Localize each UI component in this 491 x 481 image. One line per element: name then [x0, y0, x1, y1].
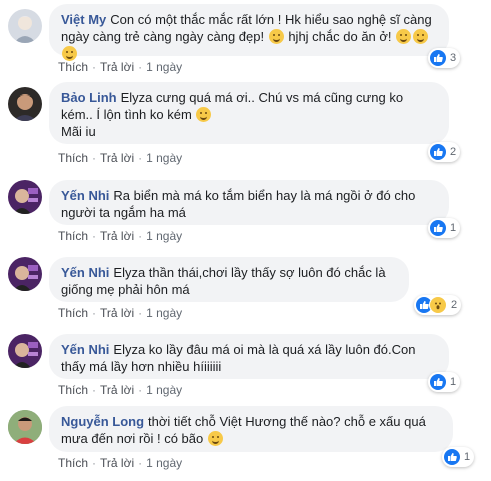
reply-link[interactable]: Trả lời: [100, 383, 134, 397]
separator: ·: [92, 151, 97, 165]
avatar[interactable]: [8, 257, 42, 291]
timestamp[interactable]: 1 ngày: [146, 306, 182, 320]
reply-link[interactable]: Trả lời: [100, 229, 134, 243]
smile-emoji-icon: [207, 431, 223, 446]
reaction-count[interactable]: 1: [428, 218, 461, 238]
separator: ·: [92, 306, 97, 320]
reaction-number: 2: [451, 299, 458, 311]
timestamp[interactable]: 1 ngày: [146, 151, 182, 165]
comment-text: Ra biển mà má ko tắm biển hay là má ngồi…: [61, 188, 416, 220]
separator: ·: [92, 229, 97, 243]
timestamp[interactable]: 1 ngày: [146, 60, 182, 74]
comment-bubble: Yến Nhi Elyza thần thái,chơi lầy thấy sợ …: [49, 257, 409, 302]
comment-text: Elyza thần thái,chơi lầy thấy sợ luôn đó…: [61, 265, 386, 297]
comment-actions: Thích · Trả lời · 1 ngày: [58, 60, 182, 74]
commenter-name[interactable]: Nguyễn Long: [61, 414, 144, 429]
like-link[interactable]: Thích: [58, 306, 88, 320]
reaction-number: 3: [450, 52, 457, 64]
separator: ·: [138, 306, 143, 320]
reply-link[interactable]: Trả lời: [100, 60, 134, 74]
comment-actions: Thích · Trả lời · 1 ngày: [58, 456, 182, 470]
laughing-emoji-icon: [196, 107, 212, 122]
like-link[interactable]: Thích: [58, 151, 88, 165]
like-icon: [430, 374, 446, 390]
reaction-number: 1: [450, 376, 457, 388]
like-icon: [430, 50, 446, 66]
separator: ·: [138, 151, 143, 165]
comment-actions: Thích · Trả lời · 1 ngày: [58, 229, 182, 243]
timestamp[interactable]: 1 ngày: [146, 383, 182, 397]
reply-link[interactable]: Trả lời: [100, 306, 134, 320]
reaction-count[interactable]: 1: [428, 372, 461, 392]
avatar[interactable]: [8, 410, 42, 444]
reaction-number: 1: [450, 222, 457, 234]
like-icon: [430, 220, 446, 236]
like-link[interactable]: Thích: [58, 60, 88, 74]
wow-icon: [429, 296, 447, 314]
reply-link[interactable]: Trả lời: [100, 456, 134, 470]
grin-emoji-icon: [268, 29, 284, 44]
reaction-count[interactable]: 3: [428, 48, 461, 68]
comment-bubble: Việt My Con có một thắc mắc rất lớn ! Hk …: [49, 4, 449, 61]
reaction-count[interactable]: 2: [428, 142, 461, 162]
timestamp[interactable]: 1 ngày: [146, 229, 182, 243]
comment-actions: Thích · Trả lời · 1 ngày: [58, 383, 182, 397]
comment-actions: Thích · Trả lời · 1 ngày: [58, 151, 182, 165]
comment-text-line2: Mãi iu: [61, 124, 96, 139]
like-link[interactable]: Thích: [58, 229, 88, 243]
commenter-name[interactable]: Bảo Linh: [61, 90, 117, 105]
reaction-count[interactable]: 1: [442, 447, 475, 467]
comment-text: Elyza ko lầy đâu má oi mà là quá xá lầy …: [61, 342, 416, 374]
separator: ·: [92, 60, 97, 74]
comment-actions: Thích · Trả lời · 1 ngày: [58, 306, 182, 320]
like-icon: [444, 449, 460, 465]
comment-bubble: Nguyễn Long thời tiết chỗ Việt Hương thế …: [49, 406, 453, 452]
comment-bubble: Bảo Linh Elyza cưng quá má ơi.. Chú vs má…: [49, 82, 449, 144]
like-link[interactable]: Thích: [58, 383, 88, 397]
comment-bubble: Yến Nhi Elyza ko lầy đâu má oi mà là quá …: [49, 334, 449, 379]
smile-emoji-icon: [62, 46, 77, 61]
smile-emoji-icon: [413, 29, 429, 44]
like-link[interactable]: Thích: [58, 456, 88, 470]
commenter-name[interactable]: Việt My: [61, 12, 106, 27]
separator: ·: [92, 383, 97, 397]
reply-link[interactable]: Trả lời: [100, 151, 134, 165]
separator: ·: [138, 456, 143, 470]
separator: ·: [138, 60, 143, 74]
timestamp[interactable]: 1 ngày: [146, 456, 182, 470]
reaction-count[interactable]: 2: [414, 295, 462, 315]
avatar[interactable]: [8, 9, 42, 43]
like-icon: [430, 144, 446, 160]
avatar[interactable]: [8, 180, 42, 214]
smile-emoji-icon: [396, 29, 412, 44]
reaction-number: 2: [450, 146, 457, 158]
commenter-name[interactable]: Yến Nhi: [61, 342, 109, 357]
avatar[interactable]: [8, 87, 42, 121]
commenter-name[interactable]: Yến Nhi: [61, 265, 109, 280]
reaction-number: 1: [464, 451, 471, 463]
separator: ·: [138, 383, 143, 397]
comment-bubble: Yến Nhi Ra biển mà má ko tắm biển hay là …: [49, 180, 449, 225]
comment-text-continued: hjhj chắc do ăn ở!: [284, 29, 396, 44]
avatar[interactable]: [8, 334, 42, 368]
separator: ·: [138, 229, 143, 243]
separator: ·: [92, 456, 97, 470]
commenter-name[interactable]: Yến Nhi: [61, 188, 109, 203]
